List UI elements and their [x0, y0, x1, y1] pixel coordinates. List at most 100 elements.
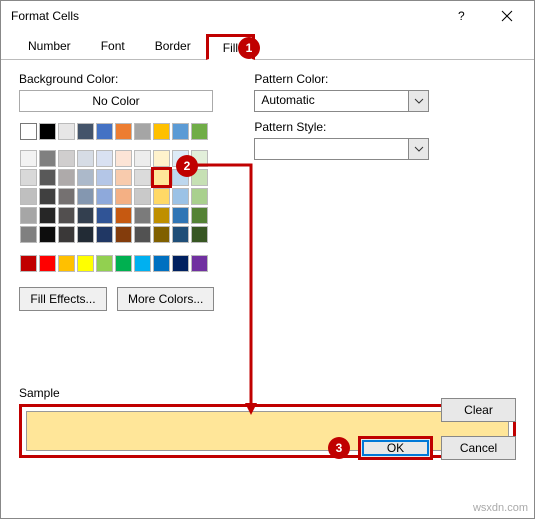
color-swatch[interactable]	[20, 226, 37, 243]
color-swatch[interactable]	[77, 207, 94, 224]
color-swatch[interactable]	[115, 226, 132, 243]
color-swatch[interactable]	[191, 123, 208, 140]
titlebar: Format Cells ?	[1, 1, 534, 31]
color-swatch[interactable]	[115, 150, 132, 167]
color-swatch[interactable]	[115, 188, 132, 205]
color-swatch[interactable]	[134, 150, 151, 167]
color-swatch[interactable]	[77, 226, 94, 243]
color-swatch[interactable]	[39, 169, 56, 186]
color-swatch[interactable]	[172, 188, 189, 205]
color-swatch[interactable]	[58, 150, 75, 167]
dialog-title: Format Cells	[11, 9, 438, 23]
color-swatch[interactable]	[58, 207, 75, 224]
color-swatch[interactable]	[77, 150, 94, 167]
color-swatch[interactable]	[77, 188, 94, 205]
color-swatch[interactable]	[115, 255, 132, 272]
color-swatch[interactable]	[20, 255, 37, 272]
color-swatch[interactable]	[58, 188, 75, 205]
watermark: wsxdn.com	[473, 502, 528, 514]
color-swatch[interactable]	[96, 123, 113, 140]
color-swatch[interactable]	[134, 169, 151, 186]
color-swatch[interactable]	[153, 150, 170, 167]
color-swatch[interactable]	[77, 169, 94, 186]
color-swatch[interactable]	[96, 188, 113, 205]
color-swatch[interactable]	[39, 207, 56, 224]
color-swatch[interactable]	[96, 150, 113, 167]
chevron-down-icon	[408, 91, 428, 111]
color-swatch[interactable]	[153, 207, 170, 224]
color-swatch[interactable]	[172, 226, 189, 243]
color-swatch[interactable]	[134, 123, 151, 140]
color-swatch[interactable]	[172, 207, 189, 224]
dialog-footer: 3 OK Cancel	[328, 436, 516, 460]
color-swatch[interactable]	[20, 150, 37, 167]
tab-border[interactable]: Border	[140, 34, 206, 60]
color-swatch[interactable]	[58, 169, 75, 186]
tab-font[interactable]: Font	[86, 34, 140, 60]
close-button[interactable]	[484, 2, 530, 30]
background-color-section: Background Color: No Color Fill Effects.…	[19, 72, 214, 311]
ok-button[interactable]: OK	[358, 436, 433, 460]
pattern-color-label: Pattern Color:	[254, 72, 429, 86]
clear-button[interactable]: Clear	[441, 398, 516, 422]
svg-text:?: ?	[458, 10, 465, 22]
color-swatch[interactable]	[39, 255, 56, 272]
color-swatch[interactable]	[20, 123, 37, 140]
color-swatch[interactable]	[172, 255, 189, 272]
color-swatch[interactable]	[39, 150, 56, 167]
color-swatch[interactable]	[39, 123, 56, 140]
color-swatch[interactable]	[172, 123, 189, 140]
theme-colors-row	[19, 122, 214, 141]
color-swatch[interactable]	[134, 255, 151, 272]
color-swatch[interactable]	[77, 123, 94, 140]
color-swatch[interactable]	[191, 226, 208, 243]
color-swatch[interactable]	[77, 255, 94, 272]
pattern-style-dropdown[interactable]	[254, 138, 429, 160]
color-swatch[interactable]	[39, 188, 56, 205]
color-swatch[interactable]	[115, 169, 132, 186]
fill-effects-button[interactable]: Fill Effects...	[19, 287, 107, 311]
tab-number[interactable]: Number	[13, 34, 86, 60]
color-swatch[interactable]	[191, 188, 208, 205]
color-swatch[interactable]	[191, 207, 208, 224]
pattern-section: Pattern Color: Automatic Pattern Style:	[254, 72, 429, 311]
standard-colors-row	[19, 254, 214, 273]
color-swatch[interactable]	[20, 188, 37, 205]
help-button[interactable]: ?	[438, 2, 484, 30]
format-cells-dialog: Format Cells ? Number Font Border Fill 1…	[0, 0, 535, 519]
color-swatch[interactable]	[58, 255, 75, 272]
color-swatch[interactable]	[39, 226, 56, 243]
color-swatch[interactable]	[96, 207, 113, 224]
color-swatch[interactable]	[115, 123, 132, 140]
color-swatch[interactable]	[20, 169, 37, 186]
color-swatch[interactable]	[115, 207, 132, 224]
color-swatch[interactable]	[153, 123, 170, 140]
color-swatch[interactable]	[20, 207, 37, 224]
color-swatch[interactable]	[134, 188, 151, 205]
callout-1: 1	[238, 37, 260, 59]
color-swatch[interactable]	[96, 226, 113, 243]
pattern-style-label: Pattern Style:	[254, 120, 429, 134]
tab-bar: Number Font Border Fill 1	[1, 31, 534, 60]
color-swatch[interactable]	[134, 226, 151, 243]
background-color-label: Background Color:	[19, 72, 214, 86]
color-swatch[interactable]	[134, 207, 151, 224]
pattern-color-value: Automatic	[255, 91, 408, 111]
dialog-body: Background Color: No Color Fill Effects.…	[1, 60, 534, 470]
more-colors-button[interactable]: More Colors...	[117, 287, 214, 311]
color-swatch[interactable]	[153, 226, 170, 243]
color-swatch[interactable]	[96, 169, 113, 186]
callout-2: 2	[176, 155, 198, 177]
pattern-color-dropdown[interactable]: Automatic	[254, 90, 429, 112]
callout-3: 3	[328, 437, 350, 459]
color-swatch[interactable]	[58, 123, 75, 140]
color-swatch[interactable]	[153, 188, 170, 205]
color-swatch[interactable]	[153, 255, 170, 272]
no-color-button[interactable]: No Color	[19, 90, 213, 112]
cancel-button[interactable]: Cancel	[441, 436, 516, 460]
pattern-style-value	[255, 139, 408, 159]
color-swatch[interactable]	[191, 255, 208, 272]
color-swatch[interactable]	[96, 255, 113, 272]
color-swatch[interactable]	[58, 226, 75, 243]
color-swatch-selected[interactable]	[153, 169, 170, 186]
